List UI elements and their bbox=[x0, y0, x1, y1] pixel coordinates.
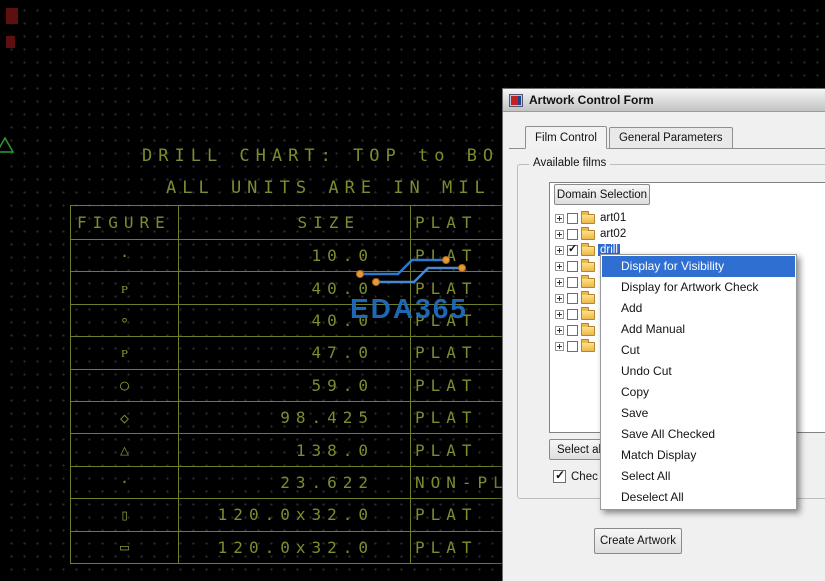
folder-icon bbox=[581, 342, 595, 352]
expand-icon[interactable] bbox=[555, 230, 564, 239]
folder-icon bbox=[581, 278, 595, 288]
expand-icon[interactable] bbox=[555, 246, 564, 255]
menu-item-display-for-artwork-check[interactable]: Display for Artwork Check bbox=[602, 277, 795, 298]
film-checkbox[interactable] bbox=[567, 213, 578, 224]
menu-item-add-manual[interactable]: Add Manual bbox=[602, 319, 795, 340]
watermark-text: EDA365 bbox=[350, 293, 482, 325]
expand-icon[interactable] bbox=[555, 310, 564, 319]
expand-icon[interactable] bbox=[555, 294, 564, 303]
column-header-size: SIZE bbox=[179, 206, 411, 239]
drill-size: 98.425 bbox=[179, 402, 411, 433]
film-checkbox[interactable] bbox=[567, 309, 578, 320]
circuit-trace-icon bbox=[350, 246, 482, 290]
figure-symbol: ᴘ bbox=[71, 337, 179, 368]
dialog-titlebar[interactable]: Artwork Control Form bbox=[503, 89, 825, 112]
pcb-object-red bbox=[6, 36, 15, 48]
tab-strip: Film Control General Parameters bbox=[509, 126, 825, 149]
tree-item-art01[interactable]: art01 bbox=[555, 210, 825, 226]
menu-item-select-all[interactable]: Select All bbox=[602, 466, 795, 487]
figure-symbol: ○ bbox=[71, 370, 179, 401]
drill-size: 23.622 bbox=[179, 467, 411, 498]
menu-item-deselect-all[interactable]: Deselect All bbox=[602, 487, 795, 508]
menu-item-save-all-checked[interactable]: Save All Checked bbox=[602, 424, 795, 445]
tree-item-label: art01 bbox=[598, 212, 628, 224]
menu-item-cut[interactable]: Cut bbox=[602, 340, 795, 361]
film-checkbox[interactable] bbox=[567, 245, 578, 256]
figure-symbol: ᴘ bbox=[71, 272, 179, 303]
origin-marker-icon bbox=[0, 136, 15, 154]
check-database-row: Chec bbox=[553, 470, 598, 483]
check-database-label: Chec bbox=[571, 471, 598, 483]
tab-general-parameters[interactable]: General Parameters bbox=[609, 127, 733, 148]
figure-symbol: ▭ bbox=[71, 532, 179, 563]
menu-item-undo-cut[interactable]: Undo Cut bbox=[602, 361, 795, 382]
folder-icon bbox=[581, 310, 595, 320]
drill-size: 120.0x32.0 bbox=[179, 532, 411, 563]
drill-size: 59.0 bbox=[179, 370, 411, 401]
menu-item-add[interactable]: Add bbox=[602, 298, 795, 319]
film-checkbox[interactable] bbox=[567, 261, 578, 272]
figure-symbol: ▯ bbox=[71, 499, 179, 530]
drill-size: 138.0 bbox=[179, 434, 411, 465]
column-header-figure: FIGURE bbox=[71, 206, 179, 239]
create-artwork-button[interactable]: Create Artwork bbox=[594, 528, 682, 554]
menu-item-copy[interactable]: Copy bbox=[602, 382, 795, 403]
figure-symbol: ∘ bbox=[71, 305, 179, 336]
figure-symbol: ◇ bbox=[71, 402, 179, 433]
folder-icon bbox=[581, 326, 595, 336]
film-checkbox[interactable] bbox=[567, 229, 578, 240]
available-films-group-label: Available films bbox=[529, 157, 610, 169]
folder-icon bbox=[581, 262, 595, 272]
expand-icon[interactable] bbox=[555, 262, 564, 271]
expand-icon[interactable] bbox=[555, 214, 564, 223]
dialog-title: Artwork Control Form bbox=[529, 93, 654, 107]
eda365-watermark: EDA365 bbox=[350, 246, 482, 325]
film-checkbox[interactable] bbox=[567, 325, 578, 336]
menu-item-save[interactable]: Save bbox=[602, 403, 795, 424]
tree-item-art02[interactable]: art02 bbox=[555, 226, 825, 242]
pcb-editor-canvas[interactable]: DRILL CHART: TOP to BO ALL UNITS ARE IN … bbox=[0, 0, 825, 581]
figure-symbol: · bbox=[71, 467, 179, 498]
menu-item-display-for-visibility[interactable]: Display for Visibility bbox=[602, 256, 795, 277]
tab-film-control[interactable]: Film Control bbox=[525, 126, 607, 149]
tree-item-label: art02 bbox=[598, 228, 628, 240]
drill-size: 47.0 bbox=[179, 337, 411, 368]
drill-size: 120.0x32.0 bbox=[179, 499, 411, 530]
expand-icon[interactable] bbox=[555, 326, 564, 335]
check-database-checkbox[interactable] bbox=[553, 470, 566, 483]
film-checkbox[interactable] bbox=[567, 293, 578, 304]
domain-selection-button[interactable]: Domain Selection bbox=[554, 184, 650, 205]
folder-icon bbox=[581, 246, 595, 256]
dialog-icon bbox=[509, 94, 523, 107]
context-menu: Display for Visibility Display for Artwo… bbox=[600, 254, 797, 510]
menu-item-match-display[interactable]: Match Display bbox=[602, 445, 795, 466]
expand-icon[interactable] bbox=[555, 278, 564, 287]
folder-icon bbox=[581, 214, 595, 224]
folder-icon bbox=[581, 230, 595, 240]
figure-symbol: · bbox=[71, 240, 179, 271]
folder-icon bbox=[581, 294, 595, 304]
film-checkbox[interactable] bbox=[567, 277, 578, 288]
film-checkbox[interactable] bbox=[567, 341, 578, 352]
drill-chart-title: DRILL CHART: TOP to BO bbox=[142, 146, 499, 166]
drill-chart-units: ALL UNITS ARE IN MIL bbox=[166, 178, 491, 198]
pcb-object-red bbox=[6, 8, 18, 24]
figure-symbol: △ bbox=[71, 434, 179, 465]
expand-icon[interactable] bbox=[555, 342, 564, 351]
